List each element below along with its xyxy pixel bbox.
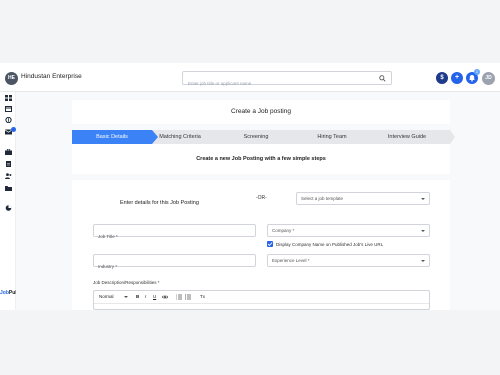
chevron-down-icon xyxy=(124,296,128,298)
ordered-list-icon[interactable] xyxy=(176,294,182,300)
document-icon[interactable] xyxy=(5,161,12,167)
company-select-value: Company * xyxy=(272,228,295,233)
top-margin xyxy=(0,0,500,63)
or-divider: -OR- xyxy=(256,195,267,201)
step-matching-criteria[interactable]: Matching Criteria xyxy=(144,130,216,144)
org-logo[interactable]: HE xyxy=(5,72,18,85)
notification-badge: 1 xyxy=(474,69,480,75)
step-progress: Basic Details Matching Criteria Screenin… xyxy=(72,130,455,144)
calendar-icon[interactable] xyxy=(5,106,12,112)
sidebar xyxy=(0,92,16,310)
display-company-checkbox[interactable] xyxy=(267,241,273,247)
editor-toolbar: Normal B I U Tx xyxy=(94,291,429,304)
billing-button[interactable]: $ xyxy=(436,72,448,84)
subtitle-card: Create a new Job Posting with a few simp… xyxy=(72,144,450,174)
step-screening[interactable]: Screening xyxy=(224,130,288,144)
chevron-down-icon xyxy=(421,198,425,200)
chevron-down-icon xyxy=(421,230,425,232)
brand-part-job: Job xyxy=(0,290,9,296)
job-description-label: Job Description/Responsibilities * xyxy=(93,280,160,285)
experience-level-select[interactable]: Experience Level * xyxy=(267,254,430,267)
page-subtitle: Create a new Job Posting with a few simp… xyxy=(196,156,326,162)
link-icon[interactable] xyxy=(162,294,168,300)
company-select[interactable]: Company * xyxy=(267,224,430,237)
bold-icon[interactable]: B xyxy=(136,294,139,299)
job-description-editor[interactable]: Normal B I U Tx xyxy=(93,290,430,310)
bullet-list-icon[interactable] xyxy=(185,294,191,300)
step-interview-guide[interactable]: Interview Guide xyxy=(374,130,440,144)
experience-select-value: Experience Level * xyxy=(272,258,310,263)
format-select[interactable]: Normal xyxy=(99,294,114,299)
check-icon xyxy=(267,242,273,247)
folder-icon[interactable] xyxy=(5,185,12,191)
job-template-select[interactable]: Select a job template xyxy=(296,192,430,205)
underline-icon[interactable]: U xyxy=(153,294,156,299)
step-hiring-team[interactable]: Hiring Team xyxy=(300,130,364,144)
dashboard-icon[interactable] xyxy=(5,95,12,101)
page: HE Hindustan Enterprise $ + 1 JD JobPuls… xyxy=(0,0,500,375)
search-icon[interactable] xyxy=(379,75,386,82)
form-intro: Enter details for this Job Posting xyxy=(120,200,199,206)
template-select-value: Select a job template xyxy=(301,196,344,201)
job-title-input[interactable] xyxy=(94,231,255,242)
candidates-icon[interactable] xyxy=(5,173,12,179)
display-company-label: Display Company Name on Published Job's … xyxy=(276,242,384,247)
billing-icon[interactable] xyxy=(5,117,12,123)
stepper-end-arrow xyxy=(450,130,455,144)
bottom-margin xyxy=(0,310,500,375)
user-avatar[interactable]: JD xyxy=(482,72,495,85)
chevron-down-icon xyxy=(421,260,425,262)
step-basic-details[interactable]: Basic Details xyxy=(72,130,152,144)
page-header-card: Create a Job posting xyxy=(72,100,450,124)
job-title-field[interactable] xyxy=(93,224,256,242)
global-search xyxy=(182,71,392,90)
reports-icon[interactable] xyxy=(5,205,12,211)
page-title: Create a Job posting xyxy=(231,108,291,115)
industry-field[interactable] xyxy=(93,254,256,272)
jobs-icon[interactable] xyxy=(5,149,12,155)
clear-format-icon[interactable]: Tx xyxy=(200,294,205,299)
industry-input[interactable] xyxy=(94,261,255,272)
top-header: HE Hindustan Enterprise $ + 1 JD xyxy=(0,63,500,92)
search-input[interactable] xyxy=(183,77,363,90)
italic-icon[interactable]: I xyxy=(145,294,146,299)
org-name: Hindustan Enterprise xyxy=(21,73,82,80)
add-button[interactable]: + xyxy=(451,72,463,84)
